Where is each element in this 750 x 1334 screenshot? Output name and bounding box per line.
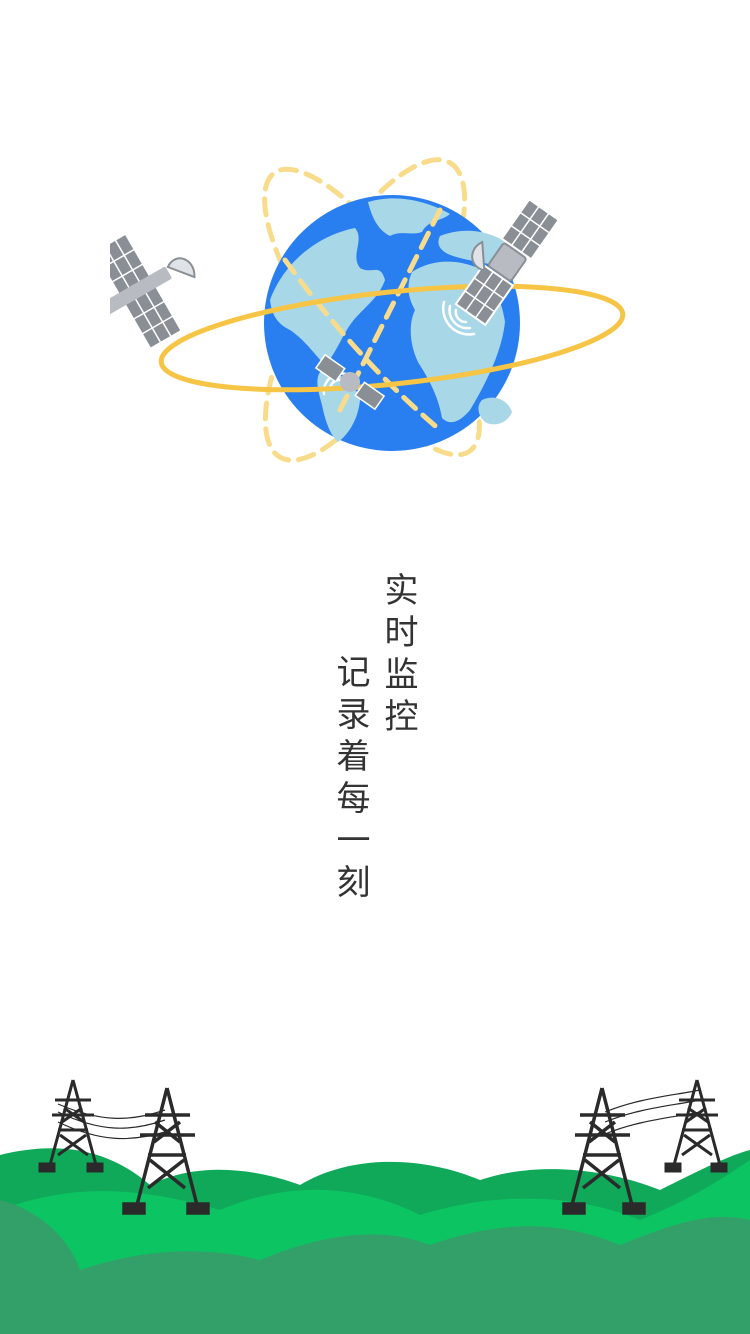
splash-screen: 实时监控 记录着每一刻 [0, 0, 750, 1334]
slogan-line-1: 实时监控 [378, 572, 418, 740]
globe-satellite-illustration [110, 157, 626, 463]
slogan-line-2: 记录着每一刻 [330, 654, 370, 906]
hills-landscape [0, 1079, 750, 1334]
satellite-icon [110, 232, 196, 351]
